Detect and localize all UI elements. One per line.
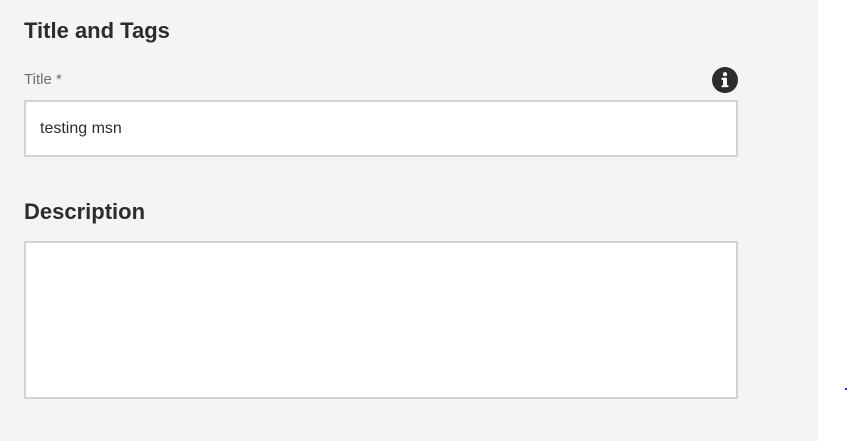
info-icon-graphic: [712, 67, 738, 93]
title-and-tags-heading: Title and Tags: [24, 18, 170, 43]
description-textarea[interactable]: [24, 241, 738, 399]
form-panel: Title and Tags Title * Description: [0, 0, 818, 441]
info-icon[interactable]: [712, 67, 738, 93]
description-heading: Description: [24, 199, 146, 224]
title-field-label: Title *: [24, 71, 62, 88]
title-input[interactable]: [24, 100, 738, 157]
stray-pixel-mark: [845, 388, 847, 390]
